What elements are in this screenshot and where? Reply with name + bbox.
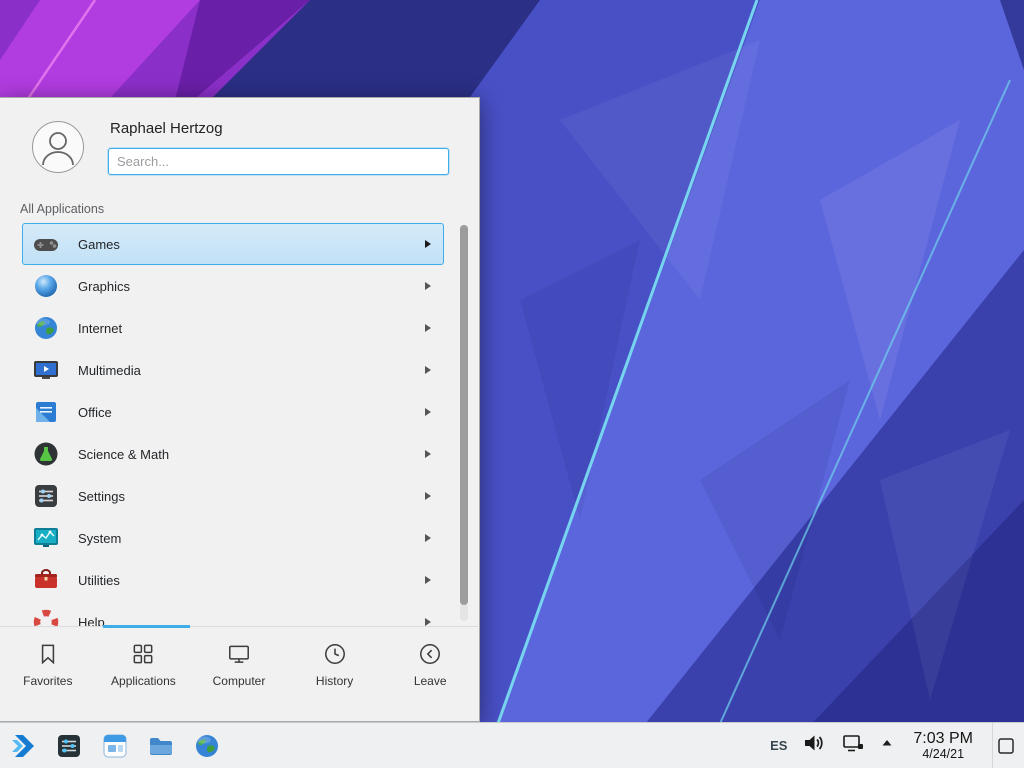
category-help[interactable]: Help — [22, 601, 444, 628]
chevron-right-icon — [425, 618, 431, 626]
clock-time: 7:03 PM — [913, 730, 973, 748]
tab-label: Applications — [111, 674, 176, 688]
folder-icon[interactable] — [147, 732, 175, 760]
science-flask-icon — [32, 440, 60, 468]
category-label: Settings — [78, 489, 407, 504]
launcher-footer: Favorites Applications Computer — [0, 626, 478, 721]
category-office[interactable]: Office — [22, 391, 444, 433]
show-desktop-button[interactable] — [992, 723, 1018, 768]
chevron-right-icon — [425, 366, 431, 374]
keyboard-layout-indicator[interactable]: ES — [770, 738, 787, 753]
globe-icon — [32, 314, 60, 342]
system-settings-icon[interactable] — [55, 732, 83, 760]
volume-icon[interactable] — [802, 731, 826, 760]
tab-label: Computer — [213, 674, 266, 688]
multimedia-monitor-icon — [32, 356, 60, 384]
computer-icon — [226, 641, 252, 667]
chevron-right-icon — [425, 282, 431, 290]
category-multimedia[interactable]: Multimedia — [22, 349, 444, 391]
tab-label: Leave — [414, 674, 447, 688]
tab-label: Favorites — [23, 674, 72, 688]
chevron-right-icon — [425, 324, 431, 332]
section-label: All Applications — [20, 202, 104, 216]
dolphin-icon[interactable] — [101, 732, 129, 760]
scrollbar-thumb[interactable] — [460, 225, 468, 605]
launcher-header: Raphael Hertzog — [0, 98, 479, 198]
browser-globe-icon[interactable] — [193, 732, 221, 760]
tab-leave[interactable]: Leave — [382, 641, 478, 721]
clock-icon — [322, 641, 348, 667]
chevron-right-icon — [425, 492, 431, 500]
category-system[interactable]: System — [22, 517, 444, 559]
category-label: Internet — [78, 321, 407, 336]
chevron-right-icon — [425, 450, 431, 458]
category-label: Science & Math — [78, 447, 407, 462]
taskbar: ES 7:03 PM 4/24/21 — [0, 722, 1024, 768]
apps-grid-icon — [130, 641, 156, 667]
kde-kickoff-icon[interactable] — [9, 732, 37, 760]
settings-sliders-icon — [32, 482, 60, 510]
tab-label: History — [316, 674, 353, 688]
network-icon[interactable] — [841, 731, 865, 760]
leave-icon — [417, 641, 443, 667]
user-name: Raphael Hertzog — [110, 120, 223, 137]
category-internet[interactable]: Internet — [22, 307, 444, 349]
user-silhouette-icon — [33, 122, 83, 172]
tab-computer[interactable]: Computer — [191, 641, 287, 721]
active-tab-indicator — [103, 625, 190, 628]
system-tray: ES 7:03 PM 4/24/21 — [770, 723, 1024, 768]
digital-clock[interactable]: 7:03 PM 4/24/21 — [909, 730, 977, 762]
category-list: Games Graphics Internet — [0, 223, 480, 628]
utilities-toolbox-icon — [32, 566, 60, 594]
category-label: Graphics — [78, 279, 407, 294]
category-games[interactable]: Games — [22, 223, 444, 265]
scrollbar-track[interactable] — [460, 225, 468, 621]
tab-favorites[interactable]: Favorites — [0, 641, 96, 721]
user-avatar[interactable] — [32, 121, 84, 173]
show-desktop-icon — [997, 737, 1015, 755]
category-science-math[interactable]: Science & Math — [22, 433, 444, 475]
category-label: Games — [78, 237, 407, 252]
gamepad-icon — [32, 230, 60, 258]
category-label: Office — [78, 405, 407, 420]
graphics-sphere-icon — [32, 272, 60, 300]
system-monitor-icon — [32, 524, 60, 552]
help-lifebuoy-icon — [32, 608, 60, 628]
category-label: Utilities — [78, 573, 407, 588]
application-launcher: Raphael Hertzog All Applications Games G… — [0, 97, 480, 722]
chevron-right-icon — [425, 408, 431, 416]
chevron-right-icon — [425, 240, 431, 248]
clock-date: 4/24/21 — [913, 747, 973, 761]
category-graphics[interactable]: Graphics — [22, 265, 444, 307]
chevron-right-icon — [425, 576, 431, 584]
chevron-right-icon — [425, 534, 431, 542]
category-label: Multimedia — [78, 363, 407, 378]
category-label: System — [78, 531, 407, 546]
tab-applications[interactable]: Applications — [96, 641, 192, 721]
search-input[interactable] — [108, 148, 449, 175]
expand-tray-icon[interactable] — [880, 736, 894, 755]
category-settings[interactable]: Settings — [22, 475, 444, 517]
office-document-icon — [32, 398, 60, 426]
category-utilities[interactable]: Utilities — [22, 559, 444, 601]
tab-history[interactable]: History — [287, 641, 383, 721]
bookmark-icon — [35, 641, 61, 667]
